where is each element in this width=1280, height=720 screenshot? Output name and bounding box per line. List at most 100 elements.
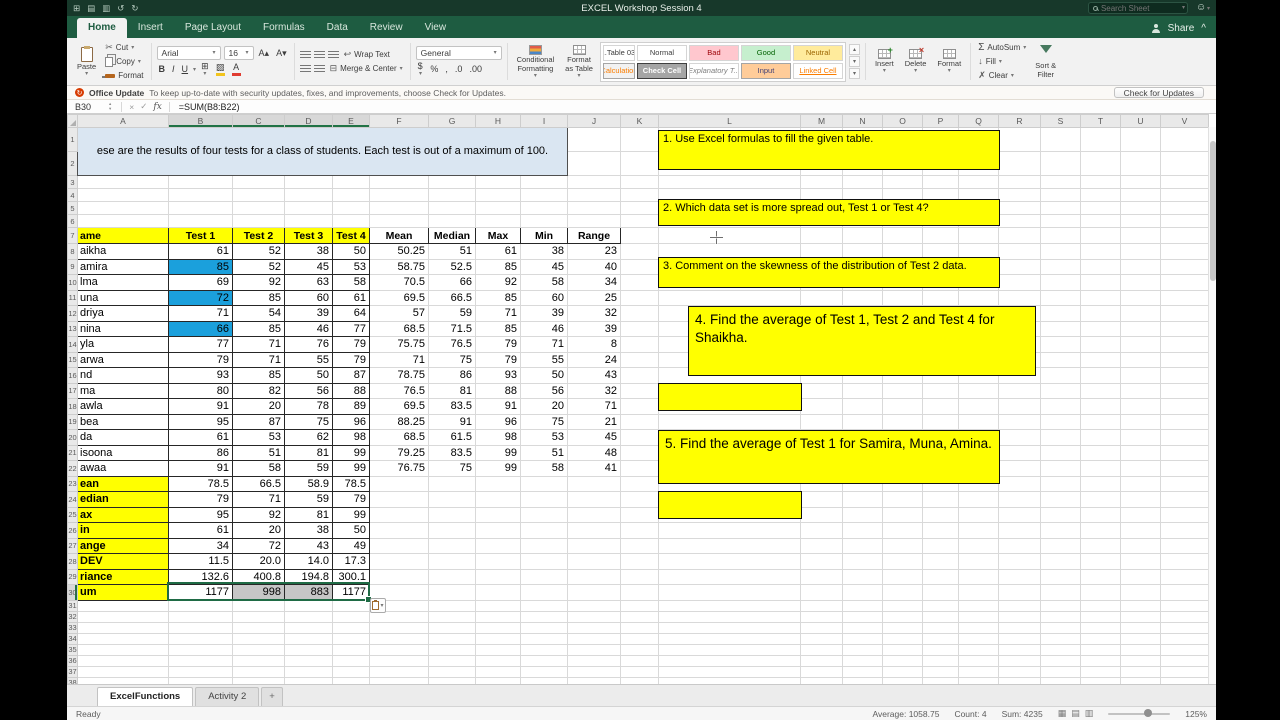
- cell-R21[interactable]: [998, 444, 1041, 461]
- cell-A22[interactable]: awaa: [77, 460, 169, 477]
- cell-N25[interactable]: [842, 506, 883, 523]
- cell-U9[interactable]: [1120, 258, 1161, 275]
- cell-Q35[interactable]: [958, 643, 999, 656]
- cell-S23[interactable]: [1040, 475, 1081, 492]
- cell-F33[interactable]: [369, 621, 429, 634]
- cell-R25[interactable]: [998, 506, 1041, 523]
- cell-M11[interactable]: [800, 289, 843, 306]
- fill-button[interactable]: ↓ Fill ▾: [976, 56, 1028, 68]
- sheet-tab-activity2[interactable]: Activity 2: [195, 687, 260, 706]
- cell-U3[interactable]: [1120, 175, 1161, 189]
- cell-C25[interactable]: 92: [232, 506, 285, 523]
- cell-A34[interactable]: [77, 632, 169, 645]
- row-header-23[interactable]: 23: [67, 475, 78, 492]
- cell-A12[interactable]: driya: [77, 305, 169, 322]
- cell-G3[interactable]: [428, 175, 476, 189]
- cell-I4[interactable]: [520, 188, 568, 202]
- row-header-13[interactable]: 13: [67, 320, 78, 337]
- cell-V10[interactable]: [1160, 274, 1209, 291]
- style-calculation[interactable]: Calculation: [602, 62, 635, 79]
- col-header-L[interactable]: L: [658, 114, 801, 128]
- cell-A16[interactable]: nd: [77, 367, 169, 384]
- cell-G26[interactable]: [428, 522, 476, 539]
- cell-K20[interactable]: [620, 429, 659, 446]
- cell-N17[interactable]: [842, 382, 883, 399]
- cell-G4[interactable]: [428, 188, 476, 202]
- cell-I13[interactable]: 46: [520, 320, 568, 337]
- row-header-6[interactable]: 6: [67, 214, 78, 228]
- cell-A19[interactable]: bea: [77, 413, 169, 430]
- cell-U5[interactable]: [1120, 201, 1161, 215]
- cell-K18[interactable]: [620, 398, 659, 415]
- cell-U21[interactable]: [1120, 444, 1161, 461]
- italic-button[interactable]: I: [170, 65, 177, 74]
- cell-J10[interactable]: 34: [567, 274, 621, 291]
- cell-A17[interactable]: ma: [77, 382, 169, 399]
- cell-B10[interactable]: 69: [168, 274, 233, 291]
- cell-H22[interactable]: 99: [475, 460, 521, 477]
- cell-U22[interactable]: [1120, 460, 1161, 477]
- cell-P27[interactable]: [922, 537, 959, 554]
- cell-Q19[interactable]: [958, 413, 999, 430]
- cell-B22[interactable]: 91: [168, 460, 233, 477]
- cell-C31[interactable]: [232, 599, 285, 612]
- cell-B36[interactable]: [168, 654, 233, 667]
- cell-S10[interactable]: [1040, 274, 1081, 291]
- cell-C4[interactable]: [232, 188, 285, 202]
- cell-F3[interactable]: [369, 175, 429, 189]
- cell-V9[interactable]: [1160, 258, 1209, 275]
- cell-L7[interactable]: [658, 227, 801, 244]
- styles-scroll-up-button[interactable]: ▴: [848, 44, 860, 55]
- cell-F34[interactable]: [369, 632, 429, 645]
- cell-D12[interactable]: 39: [284, 305, 333, 322]
- row-header-9[interactable]: 9: [67, 258, 78, 275]
- formula-input[interactable]: =SUM(B8:B22): [179, 102, 240, 112]
- cell-M27[interactable]: [800, 537, 843, 554]
- cell-U26[interactable]: [1120, 522, 1161, 539]
- cell-U25[interactable]: [1120, 506, 1161, 523]
- cell-S4[interactable]: [1040, 188, 1081, 202]
- cell-Q29[interactable]: [958, 568, 999, 585]
- cell-V35[interactable]: [1160, 643, 1209, 656]
- cell-B11[interactable]: 72: [168, 289, 233, 306]
- cell-K24[interactable]: [620, 491, 659, 508]
- cell-S12[interactable]: [1040, 305, 1081, 322]
- cell-D4[interactable]: [284, 188, 333, 202]
- cell-Q36[interactable]: [958, 654, 999, 667]
- cell-H8[interactable]: 61: [475, 243, 521, 260]
- cell-T25[interactable]: [1080, 506, 1121, 523]
- cell-N35[interactable]: [842, 643, 883, 656]
- cell-V3[interactable]: [1160, 175, 1209, 189]
- cell-C12[interactable]: 54: [232, 305, 285, 322]
- cell-U11[interactable]: [1120, 289, 1161, 306]
- cell-P11[interactable]: [922, 289, 959, 306]
- cell-S15[interactable]: [1040, 351, 1081, 368]
- cell-B23[interactable]: 78.5: [168, 475, 233, 492]
- cell-J24[interactable]: [567, 491, 621, 508]
- cell-U2[interactable]: [1120, 151, 1161, 176]
- cell-Q26[interactable]: [958, 522, 999, 539]
- cell-M36[interactable]: [800, 654, 843, 667]
- cell-U6[interactable]: [1120, 214, 1161, 228]
- cell-Q34[interactable]: [958, 632, 999, 645]
- col-header-B[interactable]: B: [168, 114, 233, 128]
- cell-J9[interactable]: 40: [567, 258, 621, 275]
- cell-C23[interactable]: 66.5: [232, 475, 285, 492]
- cell-O29[interactable]: [882, 568, 923, 585]
- cell-G23[interactable]: [428, 475, 476, 492]
- cell-H11[interactable]: 85: [475, 289, 521, 306]
- cell-L34[interactable]: [658, 632, 801, 645]
- cell-G10[interactable]: 66: [428, 274, 476, 291]
- cell-P18[interactable]: [922, 398, 959, 415]
- row-header-20[interactable]: 20: [67, 429, 78, 446]
- cell-S16[interactable]: [1040, 367, 1081, 384]
- cell-H21[interactable]: 99: [475, 444, 521, 461]
- row-header-33[interactable]: 33: [67, 621, 78, 634]
- decrease-decimal-button[interactable]: .00: [467, 65, 484, 74]
- cell-O36[interactable]: [882, 654, 923, 667]
- cell-T5[interactable]: [1080, 201, 1121, 215]
- cell-J36[interactable]: [567, 654, 621, 667]
- cell-S37[interactable]: [1040, 665, 1081, 678]
- cell-E16[interactable]: 87: [332, 367, 370, 384]
- cell-A5[interactable]: [77, 201, 169, 215]
